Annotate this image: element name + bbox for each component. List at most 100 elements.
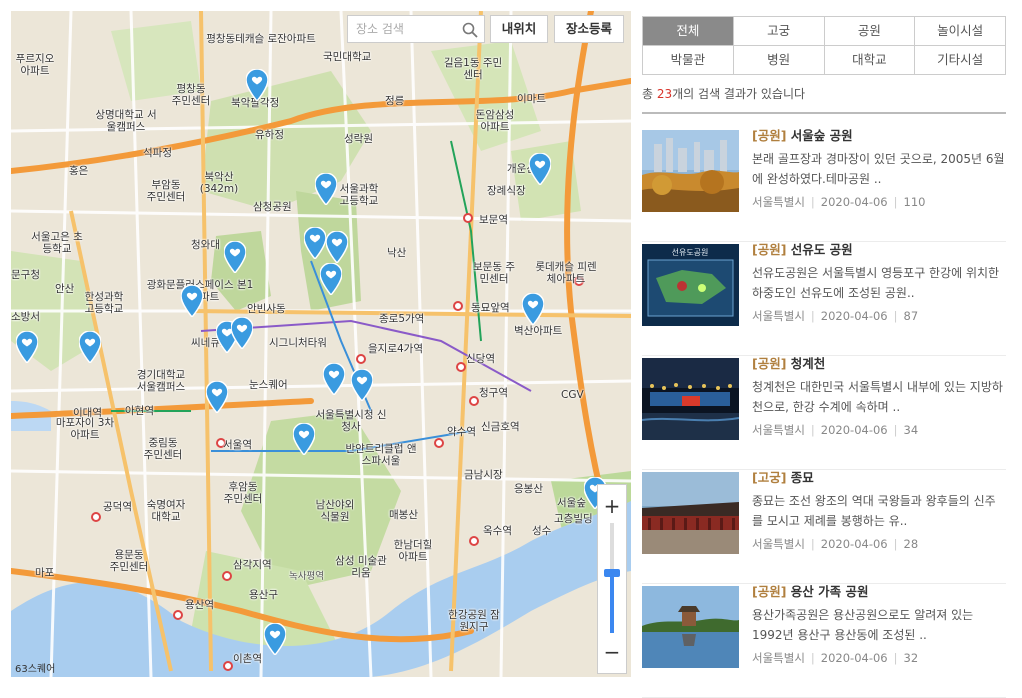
map-marker[interactable] <box>351 369 373 401</box>
map-label: 남산야외 식물원 <box>315 499 355 523</box>
map-marker[interactable] <box>529 153 551 185</box>
map-marker[interactable] <box>181 285 203 317</box>
map-label: 숙명여자 대학교 <box>146 499 186 523</box>
map-label: 유하정 <box>255 129 284 141</box>
map-marker[interactable] <box>522 293 544 325</box>
map-label: 반얀트리클럽 앤스파서울 <box>345 443 417 467</box>
map-marker[interactable] <box>231 317 253 349</box>
item-views: 87 <box>903 309 919 323</box>
map-label: 한성과학 고등학교 <box>84 291 124 315</box>
map-label: 상명대학교 서울캠퍼스 <box>95 109 157 133</box>
place-search-input[interactable] <box>348 16 464 42</box>
map-marker[interactable] <box>206 381 228 413</box>
result-count-suffix: 개의 검색 결과가 있습니다 <box>672 87 806 101</box>
place-search-box <box>347 15 485 43</box>
item-date: 2020-04-06 <box>820 309 888 323</box>
map-label: 석파정 <box>143 147 172 159</box>
item-meta: 서울특별시 | 2020-04-06 | 34 <box>752 423 919 437</box>
map-label: 용문동 주민센터 <box>109 549 149 573</box>
map-marker[interactable] <box>304 227 326 259</box>
map-label: 매봉산 <box>389 509 418 521</box>
map-label: 북악산 (342m) <box>199 171 239 195</box>
item-meta: 서울특별시 | 2020-04-06 | 28 <box>752 537 919 551</box>
zoom-slider-handle[interactable] <box>604 568 620 577</box>
item-name: 종묘 <box>790 470 814 485</box>
map-marker[interactable] <box>224 241 246 273</box>
item-title[interactable]: [공원] 용산 가족 공원 <box>752 584 1006 600</box>
zoom-out-button[interactable]: − <box>598 637 626 667</box>
map-label: 보문역 <box>479 214 508 226</box>
list-item[interactable]: [공원] 용산 가족 공원 용산가족공원은 용산공원으로도 알려져 있는 199… <box>642 584 1006 698</box>
map-label: 서울고은 초등학교 <box>31 231 83 255</box>
item-title[interactable]: [공원] 서울숲 공원 <box>752 128 1006 144</box>
list-item[interactable]: [고궁] 종묘 종묘는 조선 왕조의 역대 국왕들과 왕후들의 신주를 모시고 … <box>642 470 1006 584</box>
item-category: [고궁] <box>752 470 787 485</box>
filter-amusement[interactable]: 놀이시설 <box>915 17 1006 46</box>
map-marker[interactable] <box>79 331 101 363</box>
map-label: 눈스퀘어 <box>249 379 288 391</box>
map-label: 용산구 <box>249 589 278 601</box>
map-label: 종로5가역 <box>379 313 425 325</box>
item-region: 서울특별시 <box>752 195 805 209</box>
map-attribution: 63스퀘어 <box>15 664 56 675</box>
thumbnail-image[interactable]: 선유도공원 <box>642 244 739 326</box>
map-label: 중림동 주민센터 <box>143 437 183 461</box>
map-marker[interactable] <box>315 173 337 205</box>
filter-all[interactable]: 전체 <box>643 17 734 46</box>
map-marker[interactable] <box>320 263 342 295</box>
filter-other[interactable]: 기타시설 <box>915 46 1006 75</box>
item-title[interactable]: [공원] 선유도 공원 <box>752 242 1006 258</box>
map-label: 용산역 <box>185 599 214 611</box>
map-label: 청와대 <box>191 239 220 251</box>
item-description: 종묘는 조선 왕조의 역대 국왕들과 왕후들의 신주를 모시고 제례를 봉행하는… <box>752 494 996 528</box>
filter-palace[interactable]: 고궁 <box>733 17 825 46</box>
category-filter: 전체 고궁 공원 놀이시설 박물관 병원 대학교 기타시설 <box>642 16 1006 75</box>
map-label: 한강공원 잠원지구 <box>448 609 500 633</box>
map-marker[interactable] <box>293 423 315 455</box>
list-item[interactable]: [공원] 서울숲 공원 본래 골프장과 경마장이 있던 곳으로, 2005년 6… <box>642 128 1006 242</box>
thumbnail-image[interactable] <box>642 472 739 554</box>
filter-museum[interactable]: 박물관 <box>643 46 734 75</box>
filter-university[interactable]: 대학교 <box>824 46 916 75</box>
register-place-button[interactable]: 장소등록 <box>554 15 624 43</box>
item-title[interactable]: [고궁] 종묘 <box>752 470 1006 486</box>
item-region: 서울특별시 <box>752 423 805 437</box>
thumbnail-image[interactable] <box>642 130 739 212</box>
result-count-number: 23 <box>656 87 673 101</box>
list-item[interactable]: 선유도공원 [공원] 선유도 공원 선유도공원은 서울특별시 영등포구 한강에 … <box>642 242 1006 356</box>
my-location-button[interactable]: 내위치 <box>490 15 548 43</box>
map-label: 삼각지역 <box>233 559 272 571</box>
item-title[interactable]: [공원] 청계천 <box>752 356 1006 372</box>
item-name: 서울숲 공원 <box>790 128 853 143</box>
map-marker[interactable] <box>16 331 38 363</box>
map-label: 아현역 <box>125 405 154 417</box>
map-label: 한남더힐 아파트 <box>393 539 433 563</box>
thumbnail-image[interactable] <box>642 358 739 440</box>
map-label: 신금호역 <box>481 421 520 433</box>
item-name: 용산 가족 공원 <box>790 584 869 599</box>
item-description: 청계천은 대한민국 서울특별시 내부에 있는 지방하천으로, 한강 수계에 속하… <box>752 380 1003 414</box>
list-item[interactable]: [공원] 청계천 청계천은 대한민국 서울특별시 내부에 있는 지방하천으로, … <box>642 356 1006 470</box>
item-views: 28 <box>903 537 919 551</box>
item-region: 서울특별시 <box>752 309 805 323</box>
map-label: 서울역 <box>223 439 252 451</box>
map[interactable]: 평창동테캐슬 로잔아파트 국민대학교 길음1동 주민센터 푸르지오 아파트 북악… <box>11 11 631 677</box>
map-marker[interactable] <box>264 623 286 655</box>
map-marker[interactable] <box>323 363 345 395</box>
item-description: 본래 골프장과 경마장이 있던 곳으로, 2005년 6월에 완성하였다.테마공… <box>752 152 1005 186</box>
item-views: 110 <box>903 195 926 209</box>
map-label: 보문동 주민센터 <box>473 261 515 285</box>
map-label: 금남시장 <box>464 469 503 481</box>
map-label: 문구청 <box>11 269 40 281</box>
map-marker[interactable] <box>326 231 348 263</box>
map-label: 길음1동 주민센터 <box>443 57 503 81</box>
map-label: 장례식장 <box>487 185 526 197</box>
map-label: 삼성 미술관리움 <box>335 555 387 579</box>
map-marker[interactable] <box>246 69 268 101</box>
filter-park[interactable]: 공원 <box>824 17 916 46</box>
filter-hospital[interactable]: 병원 <box>733 46 825 75</box>
search-icon[interactable] <box>462 22 478 38</box>
item-description: 용산가족공원은 용산공원으로도 알려져 있는 1992년 용산구 용산동에 조성… <box>752 608 974 642</box>
thumbnail-image[interactable] <box>642 586 739 668</box>
zoom-in-button[interactable]: + <box>598 491 626 521</box>
